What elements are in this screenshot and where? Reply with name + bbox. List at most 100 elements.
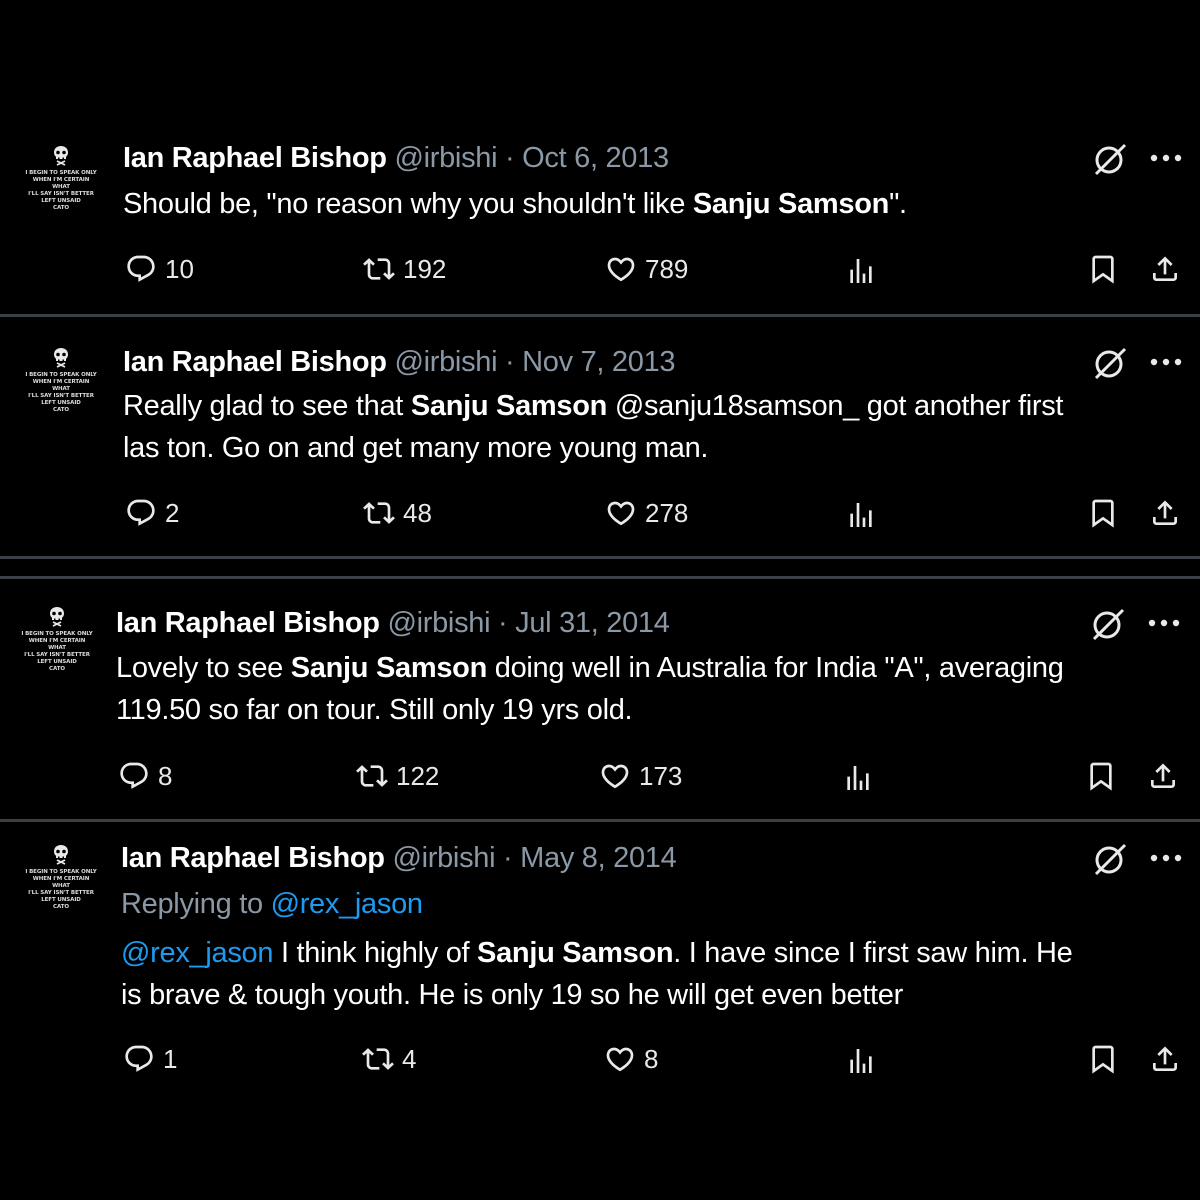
bookmark-icon[interactable] xyxy=(1085,760,1117,792)
author-handle[interactable]: @irbishi xyxy=(394,346,497,378)
tweet-date[interactable]: May 8, 2014 xyxy=(520,842,677,874)
like-button[interactable]: 8 xyxy=(604,1043,658,1075)
repost-button[interactable]: 122 xyxy=(356,760,439,792)
bookmark-icon[interactable] xyxy=(1087,497,1119,529)
like-button[interactable]: 278 xyxy=(605,497,688,529)
bar-chart-icon[interactable] xyxy=(845,1045,877,1077)
logo-line: CATO xyxy=(49,666,65,672)
repost-count: 48 xyxy=(403,497,432,528)
author-handle[interactable]: @irbishi xyxy=(394,142,497,174)
logo-line: I'LL SAY ISN'T BETTER xyxy=(28,393,94,399)
logo-line: I BEGIN TO SPEAK ONLY xyxy=(25,372,97,378)
logo-line: I'LL SAY ISN'T BETTER xyxy=(28,890,94,896)
more-icon[interactable] xyxy=(1149,853,1183,863)
tweet-date[interactable]: Nov 7, 2013 xyxy=(522,346,675,378)
tweet-header: Ian Raphael Bishop @irbishi · May 8, 201… xyxy=(121,840,677,876)
grok-icon[interactable] xyxy=(1091,840,1129,878)
tweet-3[interactable]: I BEGIN TO SPEAK ONLY WHEN I'M CERTAIN W… xyxy=(0,579,1200,819)
heart-icon xyxy=(605,253,637,285)
bar-chart-icon[interactable] xyxy=(845,255,877,287)
repost-button[interactable]: 48 xyxy=(363,497,432,529)
tweet-text: Lovely to see Sanju Samson doing well in… xyxy=(116,647,1176,731)
text-line: las ton. Go on and get many more young m… xyxy=(123,432,709,464)
reply-button[interactable]: 1 xyxy=(123,1043,177,1075)
tweet-4[interactable]: I BEGIN TO SPEAK ONLY WHEN I'M CERTAIN W… xyxy=(0,822,1200,1112)
grok-icon[interactable] xyxy=(1089,605,1127,643)
like-count: 789 xyxy=(645,253,689,284)
more-icon[interactable] xyxy=(1149,153,1183,163)
repost-button[interactable]: 192 xyxy=(363,253,446,285)
speech-bubble-icon xyxy=(123,1043,155,1075)
tweet-date[interactable]: Jul 31, 2014 xyxy=(515,607,670,639)
author-handle[interactable]: @irbishi xyxy=(387,607,490,639)
more-icon[interactable] xyxy=(1147,618,1181,628)
heart-icon xyxy=(605,497,637,529)
avatar[interactable]: I BEGIN TO SPEAK ONLY WHEN I'M CERTAIN W… xyxy=(22,842,100,922)
repost-count: 122 xyxy=(396,760,440,791)
separator-dot: · xyxy=(505,142,515,174)
repost-count: 192 xyxy=(403,253,447,284)
more-icon[interactable] xyxy=(1149,357,1183,367)
like-button[interactable]: 173 xyxy=(599,760,682,792)
share-upload-icon[interactable] xyxy=(1147,760,1179,792)
repost-count: 4 xyxy=(402,1043,417,1074)
tweet-2[interactable]: I BEGIN TO SPEAK ONLY WHEN I'M CERTAIN W… xyxy=(0,317,1200,557)
avatar[interactable]: I BEGIN TO SPEAK ONLY WHEN I'M CERTAIN W… xyxy=(18,604,96,684)
text-line: 119.50 so far on tour. Still only 19 yrs… xyxy=(116,694,633,726)
avatar-logo-text: I BEGIN TO SPEAK ONLY WHEN I'M CERTAIN W… xyxy=(23,869,99,911)
reply-button[interactable]: 10 xyxy=(125,253,194,285)
speech-bubble-icon xyxy=(118,760,150,792)
text-segment: @sanju18samson_ got another first xyxy=(607,390,1064,422)
bookmark-icon[interactable] xyxy=(1087,1043,1119,1075)
author-name[interactable]: Ian Raphael Bishop xyxy=(116,607,380,639)
share-upload-icon[interactable] xyxy=(1149,497,1181,529)
text-segment: Should be, "no reason why you shouldn't … xyxy=(123,188,693,220)
author-handle[interactable]: @irbishi xyxy=(392,842,495,874)
tweet-text: @rex_jason I think highly of Sanju Samso… xyxy=(121,932,1181,1016)
reply-button[interactable]: 8 xyxy=(118,760,172,792)
tweet-1[interactable]: I BEGIN TO SPEAK ONLY WHEN I'M CERTAIN W… xyxy=(0,0,1200,315)
tweet-header: Ian Raphael Bishop @irbishi · Jul 31, 20… xyxy=(116,605,670,641)
logo-line: I'LL SAY ISN'T BETTER xyxy=(28,191,94,197)
repost-button[interactable]: 4 xyxy=(362,1043,416,1075)
author-name[interactable]: Ian Raphael Bishop xyxy=(123,346,387,378)
like-button[interactable]: 789 xyxy=(605,253,688,285)
skull-icon xyxy=(51,347,71,369)
bookmark-icon[interactable] xyxy=(1087,253,1119,285)
speech-bubble-icon xyxy=(125,497,157,529)
replying-mention-link[interactable]: @rex_jason xyxy=(271,888,423,920)
repost-arrows-icon xyxy=(356,760,388,792)
tweet-date[interactable]: Oct 6, 2013 xyxy=(522,142,669,174)
text-segment: I think highly of xyxy=(273,937,478,969)
tweet-text: Really glad to see that Sanju Samson @sa… xyxy=(123,385,1183,469)
avatar-logo-text: I BEGIN TO SPEAK ONLY WHEN I'M CERTAIN W… xyxy=(23,170,99,212)
text-line: is brave & tough youth. He is only 19 so… xyxy=(121,979,903,1011)
divider xyxy=(0,556,1200,559)
avatar[interactable]: I BEGIN TO SPEAK ONLY WHEN I'M CERTAIN W… xyxy=(22,345,100,425)
logo-line: I BEGIN TO SPEAK ONLY xyxy=(21,631,93,637)
author-name[interactable]: Ian Raphael Bishop xyxy=(123,142,387,174)
bar-chart-icon[interactable] xyxy=(845,499,877,531)
reply-button[interactable]: 2 xyxy=(125,497,179,529)
share-upload-icon[interactable] xyxy=(1149,1043,1181,1075)
separator-dot: · xyxy=(498,607,508,639)
logo-line: LEFT UNSAID xyxy=(41,198,81,204)
logo-line: I BEGIN TO SPEAK ONLY xyxy=(25,170,97,176)
author-name[interactable]: Ian Raphael Bishop xyxy=(121,842,385,874)
grok-icon[interactable] xyxy=(1091,140,1129,178)
mention-link[interactable]: @rex_jason xyxy=(121,937,273,969)
skull-icon xyxy=(47,606,67,628)
avatar[interactable]: I BEGIN TO SPEAK ONLY WHEN I'M CERTAIN W… xyxy=(22,143,100,223)
reply-count: 10 xyxy=(165,253,194,284)
text-bold: Sanju Samson xyxy=(692,188,890,220)
logo-line: LEFT UNSAID xyxy=(37,659,77,665)
grok-icon[interactable] xyxy=(1091,344,1129,382)
share-upload-icon[interactable] xyxy=(1149,253,1181,285)
text-segment: doing well in Australia for India "A", a… xyxy=(486,652,1064,684)
like-count: 278 xyxy=(645,497,689,528)
text-segment: Really glad to see that xyxy=(123,390,411,422)
separator-dot: · xyxy=(505,346,515,378)
repost-arrows-icon xyxy=(363,497,395,529)
bar-chart-icon[interactable] xyxy=(842,762,874,794)
logo-line: I BEGIN TO SPEAK ONLY xyxy=(25,869,97,875)
